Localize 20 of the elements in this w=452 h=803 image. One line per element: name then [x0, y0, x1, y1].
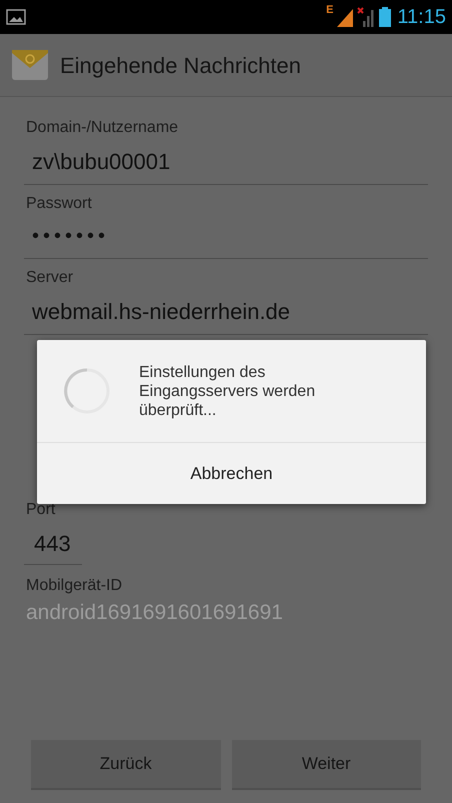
no-signal-icon: [357, 7, 376, 27]
input-field[interactable]: •••••••: [24, 215, 428, 259]
field-label: Passwort: [26, 194, 93, 214]
image-icon: [6, 9, 26, 25]
nav-button[interactable]: Weiter: [232, 740, 421, 790]
field-label: Mobilgerät-ID: [26, 576, 124, 596]
nav-button[interactable]: Zurück: [31, 740, 220, 790]
envelope-icon: [10, 48, 50, 82]
field-label: Server: [26, 268, 74, 288]
battery-icon: [379, 7, 392, 27]
input-field[interactable]: webmail.hs-niederrhein.de: [24, 289, 428, 335]
spinner-icon: [63, 367, 111, 415]
clock-text: 11:15: [397, 7, 446, 27]
network-type-text: E: [326, 5, 334, 16]
dialog-message: Einstellungen des Eingangsservers werden überprüft...: [139, 362, 316, 420]
screen-title: Eingehende Nachrichten: [60, 52, 301, 80]
input-field[interactable]: zv\bubu00001: [24, 139, 428, 185]
field-label: Domain-/Nutzername: [26, 118, 180, 138]
signal-icon: [337, 7, 354, 27]
input-field[interactable]: 443: [24, 521, 82, 565]
